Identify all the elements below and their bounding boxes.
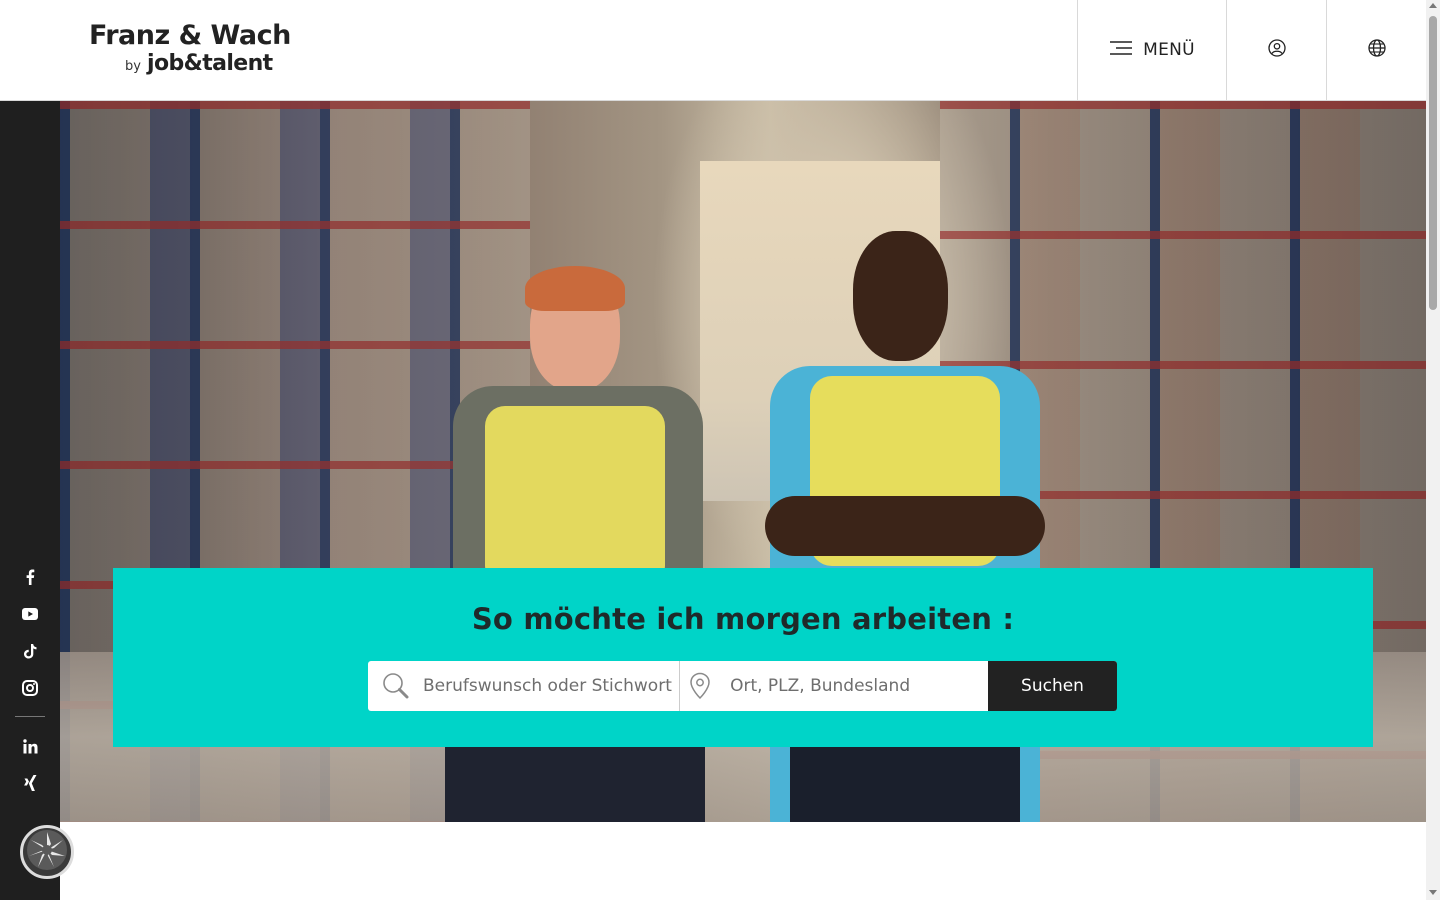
keyword-field — [368, 661, 679, 711]
page-scrollbar[interactable] — [1426, 0, 1440, 900]
location-field — [679, 661, 988, 711]
cookie-icon — [25, 828, 69, 876]
search-button[interactable]: Suchen — [988, 661, 1117, 711]
account-button[interactable] — [1226, 0, 1326, 100]
search-icon — [368, 672, 423, 700]
xing-icon[interactable] — [21, 774, 39, 792]
hamburger-icon — [1109, 40, 1133, 60]
keyword-input[interactable] — [423, 661, 679, 711]
scroll-up-arrow[interactable] — [1429, 3, 1437, 8]
logo-sub: job&talent — [147, 51, 273, 76]
cookie-settings-button[interactable] — [20, 825, 74, 879]
globe-icon — [1367, 39, 1386, 61]
language-button[interactable] — [1326, 0, 1426, 100]
social-divider — [15, 716, 45, 717]
menu-label: MENÜ — [1143, 40, 1195, 60]
social-sidebar — [0, 101, 74, 900]
logo-by: by — [125, 59, 141, 74]
search-title: So möchte ich morgen arbeiten : — [471, 602, 1015, 636]
tiktok-icon[interactable] — [21, 642, 39, 660]
user-icon — [1267, 39, 1286, 61]
menu-button[interactable]: MENÜ — [1077, 0, 1226, 100]
job-search-form: Suchen — [368, 661, 1117, 711]
instagram-icon[interactable] — [21, 679, 39, 697]
job-search-panel: So möchte ich morgen arbeiten : Suchen — [113, 568, 1373, 747]
location-pin-icon — [680, 672, 719, 700]
facebook-icon[interactable] — [21, 568, 39, 586]
youtube-icon[interactable] — [21, 605, 39, 623]
linkedin-icon[interactable] — [21, 737, 39, 755]
logo-brand: Franz & Wach — [89, 20, 291, 51]
site-header: Franz & Wach by job&talent MENÜ — [0, 0, 1426, 101]
location-input[interactable] — [719, 661, 988, 711]
scroll-down-arrow[interactable] — [1429, 890, 1437, 895]
scrollbar-thumb[interactable] — [1429, 16, 1437, 310]
logo[interactable]: Franz & Wach by job&talent — [89, 20, 291, 80]
